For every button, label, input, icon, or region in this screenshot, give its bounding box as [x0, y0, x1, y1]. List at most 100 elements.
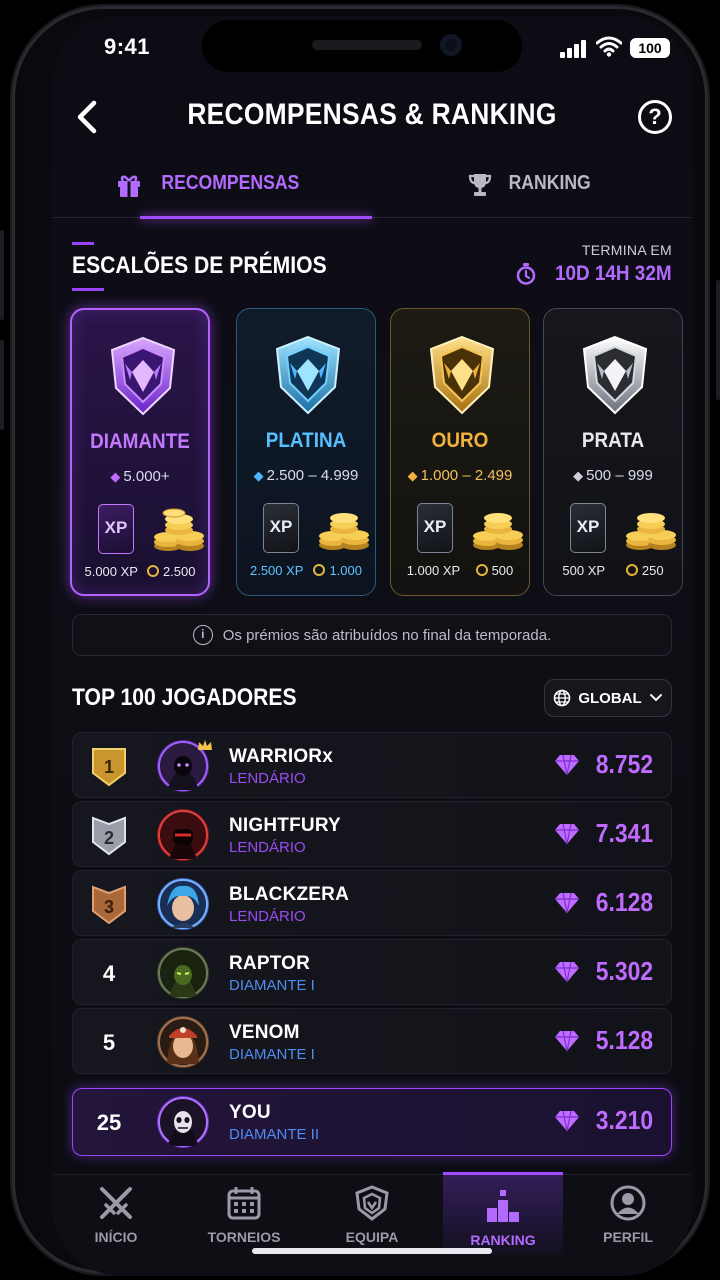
nav-torneios[interactable]: TORNEIOS [180, 1175, 308, 1255]
rank-number: 25 [96, 1110, 122, 1135]
xp-card-icon: XP [98, 504, 134, 554]
gem-icon [554, 1110, 579, 1131]
gem-icon: ◆ [407, 468, 418, 483]
phone-side-button [0, 230, 4, 320]
gem-icon [554, 823, 579, 844]
swords-icon [100, 1187, 132, 1219]
status-time: 9:41 [104, 34, 151, 59]
tab-recompensas[interactable]: RECOMPENSAS [52, 164, 372, 219]
nav-ranking[interactable]: RANKING [443, 1172, 563, 1255]
tier-range: ◆ 500 – 999 [544, 467, 682, 484]
region-filter[interactable]: GLOBAL [544, 679, 672, 717]
player-score: 7.341 [554, 818, 653, 849]
tier-card-platina[interactable]: PLATINA ◆ 2.500 – 4.999 XP 2.500 XP 1.000 [236, 308, 376, 596]
silver-rank-badge-icon: 2 [92, 816, 126, 856]
gem-icon: ◆ [110, 469, 121, 484]
player-score: 8.752 [554, 749, 653, 780]
score-value: 6.128 [595, 887, 653, 917]
rank-number: 2 [104, 828, 114, 848]
avatar [157, 947, 209, 999]
chevron-down-icon [649, 694, 662, 702]
battery-indicator: 100 [630, 38, 670, 58]
player-tier: LENDÁRIO [229, 839, 306, 856]
info-banner: i Os prémios são atribuídos no final da … [72, 614, 672, 656]
tier-name: OURO [431, 429, 489, 452]
gold-emblem-icon [429, 335, 495, 415]
tier-name: PLATINA [265, 429, 347, 452]
leaderboard-row[interactable]: 4 RAPTOR DIAMANTE I 5.302 [72, 939, 672, 1005]
coin-amount: 250 [641, 563, 664, 578]
coin-icon [475, 564, 488, 576]
coin-icon [313, 564, 326, 576]
player-tier: DIAMANTE I [229, 977, 315, 994]
tier-card-diamante[interactable]: DIAMANTE ◆ 5.000+ XP 5.000 XP 2.500 [70, 308, 210, 596]
tier-name: PRATA [581, 429, 645, 452]
xp-reward: 500 XP [562, 563, 606, 578]
coin-icon [146, 565, 159, 577]
nav-equipa[interactable]: EQUIPA [308, 1175, 436, 1255]
coin-icon [625, 564, 638, 576]
tier-rewards: 1.000 XP 500 [391, 563, 529, 578]
tab-label: RECOMPENSAS [161, 172, 299, 194]
player-name: RAPTOR [229, 953, 311, 974]
coin-reward: 250 [625, 563, 664, 578]
coin-reward: 1.000 [313, 563, 362, 578]
leaderboard-row[interactable]: 2 NIGHTFURY LENDÁRIO 7.341 [72, 801, 672, 867]
tab-label: RANKING [508, 172, 592, 194]
countdown-value: 10D 14H 32M [555, 262, 672, 285]
nav-perfil[interactable]: PERFIL [564, 1175, 692, 1255]
diamond-emblem-icon [110, 336, 176, 416]
my-rank-row[interactable]: 25 YOU DIAMANTE II 3.210 [72, 1088, 672, 1156]
platinum-emblem-icon [275, 335, 341, 415]
tier-range-value: 2.500 – 4.999 [266, 467, 359, 484]
avatar [157, 878, 209, 930]
tier-rewards: 5.000 XP 2.500 [72, 564, 208, 579]
info-text: Os prémios são atribuídos no final da te… [222, 626, 552, 644]
signal-icon [560, 40, 586, 58]
tier-range-value: 500 – 999 [586, 467, 653, 484]
avatar [157, 1016, 209, 1068]
help-icon[interactable]: ? [638, 100, 672, 134]
home-indicator[interactable] [252, 1248, 492, 1254]
rank-number: 5 [102, 1030, 116, 1055]
tab-ranking[interactable]: RANKING [372, 164, 692, 218]
leaderboard-row[interactable]: 5 VENOM DIAMANTE I 5.128 [72, 1008, 672, 1074]
phone-frame: 9:41 100 RECOMPENSAS & RANKING ? RECOMPE… [12, 6, 708, 1276]
section-accent [72, 242, 94, 245]
tier-range: ◆ 1.000 – 2.499 [391, 467, 529, 484]
nav-inicio[interactable]: INÍCIO [52, 1175, 180, 1255]
rank-number: 4 [102, 961, 116, 986]
gem-icon [554, 892, 579, 913]
score-value: 5.302 [595, 956, 653, 986]
player-score: 5.128 [554, 1025, 653, 1056]
xp-card-icon: XP [417, 503, 453, 553]
coin-reward: 500 [475, 563, 513, 578]
tab-bar: RECOMPENSAS RANKING [52, 164, 692, 219]
leaderboard-row[interactable]: 3 BLACKZERA LENDÁRIO 6.128 [72, 870, 672, 936]
leaderboard-title: TOP 100 JOGADORES [72, 684, 297, 711]
bronze-rank-badge-icon: 3 [92, 885, 126, 925]
section-accent [72, 288, 104, 291]
coin-amount: 1.000 [329, 563, 362, 578]
tier-card-prata[interactable]: PRATA ◆ 500 – 999 XP 500 XP 250 [543, 308, 683, 596]
ends-label: TERMINA EM [581, 242, 672, 258]
xp-card-icon: XP [263, 503, 299, 553]
tier-card-ouro[interactable]: OURO ◆ 1.000 – 2.499 XP 1.000 XP 500 [390, 308, 530, 596]
speaker [312, 40, 422, 50]
gem-icon [554, 961, 579, 982]
tier-range: ◆ 5.000+ [72, 468, 208, 485]
shield-icon [355, 1185, 389, 1221]
player-tier: LENDÁRIO [229, 908, 306, 925]
player-tier: DIAMANTE I [229, 1046, 315, 1063]
nav-label: EQUIPA [345, 1229, 399, 1245]
phone-side-button [716, 280, 720, 400]
player-name: VENOM [229, 1022, 300, 1043]
tier-rewards: 500 XP 250 [544, 563, 682, 578]
leaderboard-row[interactable]: 1 WARRIORx LENDÁRIO 8.752 [72, 732, 672, 798]
gold-rank-badge-icon: 1 [92, 748, 126, 787]
coins-icon [319, 513, 369, 550]
dynamic-island [202, 20, 522, 72]
timer-icon [517, 263, 536, 285]
wifi-icon [596, 36, 622, 57]
crown-icon [198, 740, 212, 750]
